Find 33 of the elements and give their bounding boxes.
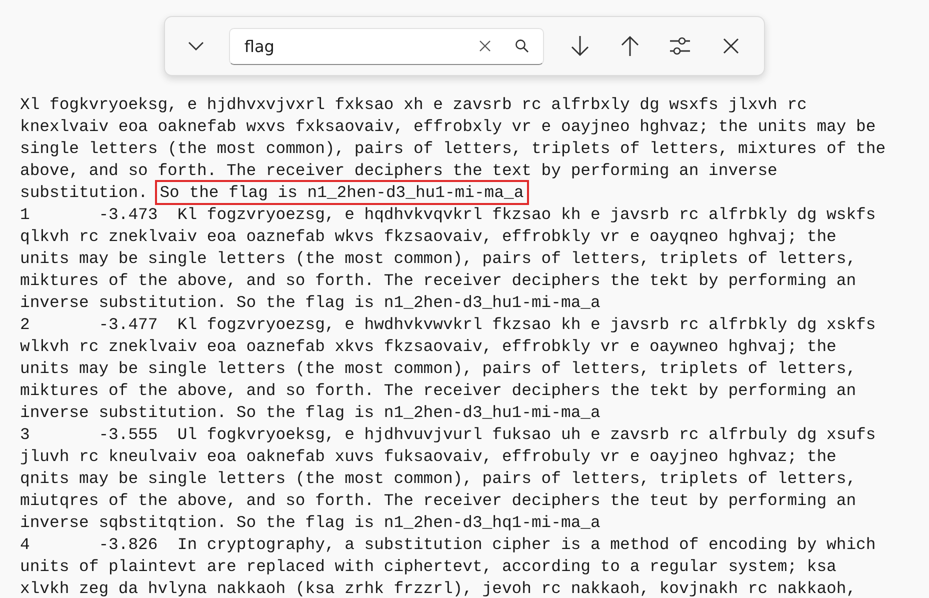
text-line: units may be single letters (the most common), pairs of letters, triplets of letters,	[20, 359, 856, 378]
text-line: qnits may be single letters (the most common), pairs of letters, triplets of letters,	[20, 469, 856, 488]
arrow-up-icon	[620, 35, 640, 57]
text-line: miktures of the above, and so forth. The receiver deciphers the tekt by performing an	[20, 381, 856, 400]
text-line: jluvh rc kneulvaiv eoa oaknefab xuvs fuksaovaiv, effrobuly vr e oayjneo hghvaz; the	[20, 447, 836, 466]
search-icon[interactable]	[515, 39, 530, 53]
close-icon	[722, 38, 739, 54]
text-line: 3 -3.555 Ul fogkvryoeksg, e hjdhvuvjvurl fuksao uh e zavsrb rc alfrbuly dg xsufs	[20, 425, 876, 444]
text-line: Xl fogkvryoeksg, e hjdhvxvjvxrl fxksao xh e zavsrb rc alfrbxly dg wsxfs jlxvh rc	[20, 95, 807, 114]
text-line: substitution.	[20, 183, 149, 202]
arrow-down-icon	[570, 35, 590, 57]
text-line: inverse substitution. So the flag is n1_2hen-d3_hu1-mi-ma_a	[20, 293, 600, 312]
search-match-highlight: So the flag is n1_2hen-d3_hu1-mi-ma_a	[158, 183, 526, 202]
text-line: knexlvaiv eoa oaknefab wxvs fxksaovaiv, effrobxly vr e oayjneo hghvaz; the units may be	[20, 117, 876, 136]
text-line: inverse substitution. So the flag is n1_2hen-d3_hu1-mi-ma_a	[20, 403, 600, 422]
text-line: 1 -3.473 Kl fogzvryoezsg, e hqdhvkvqvkrl fkzsao kh e javsrb rc alfrbkly dg wskfs	[20, 205, 876, 224]
clear-icon[interactable]	[479, 40, 492, 52]
text-line: miutqres of the above, and so forth. The receiver deciphers the teut by performing an	[20, 491, 856, 510]
text-line: 4 -3.826 In cryptography, a substitution cipher is a method of encoding by which	[20, 535, 876, 554]
text-line: above, and so forth. The receiver deciphers the text by performing an inverse	[20, 161, 778, 180]
text-line: miktures of the above, and so forth. The receiver deciphers the tekt by performing an	[20, 271, 856, 290]
text-line: units may be single letters (the most common), pairs of letters, triplets of letters,	[20, 249, 856, 268]
search-input[interactable]: flag	[242, 36, 480, 56]
text-line: xlvkh zeg da hvlyna nakkaoh (ksa zrhk frzzrl), jevoh rc nakkaoh, kovjnakh rc nakkaoh,	[20, 579, 856, 598]
sliders-icon	[669, 36, 692, 56]
chevron-down-icon	[188, 41, 204, 51]
text-line: inverse sqbstitqtion. So the flag is n1_2hen-d3_hq1-mi-ma_a	[20, 513, 600, 532]
text-line: units of plaintevt are replaced with ciphertevt, according to a regular system; ksa	[20, 557, 836, 576]
text-line: 2 -3.477 Kl fogzvryoezsg, e hwdhvkvwvkrl fkzsao kh e javsrb rc alfrbkly dg xskfs	[20, 315, 876, 334]
text-line: single letters (the most common), pairs of letters, triplets of letters, mixtures of the	[20, 139, 886, 158]
text-line: qlkvh rc zneklvaiv eoa oaznefab wkvs fkzsaovaiv, effrobkly vr e oayqneo hghvaj; the	[20, 227, 836, 246]
text-line: wlkvh rc zneklvaiv eoa oaznefab xkvs fkzsaovaiv, effrobkly vr e oaywneo hghvaj; the	[20, 337, 836, 356]
search-field[interactable]: flag	[229, 28, 544, 64]
